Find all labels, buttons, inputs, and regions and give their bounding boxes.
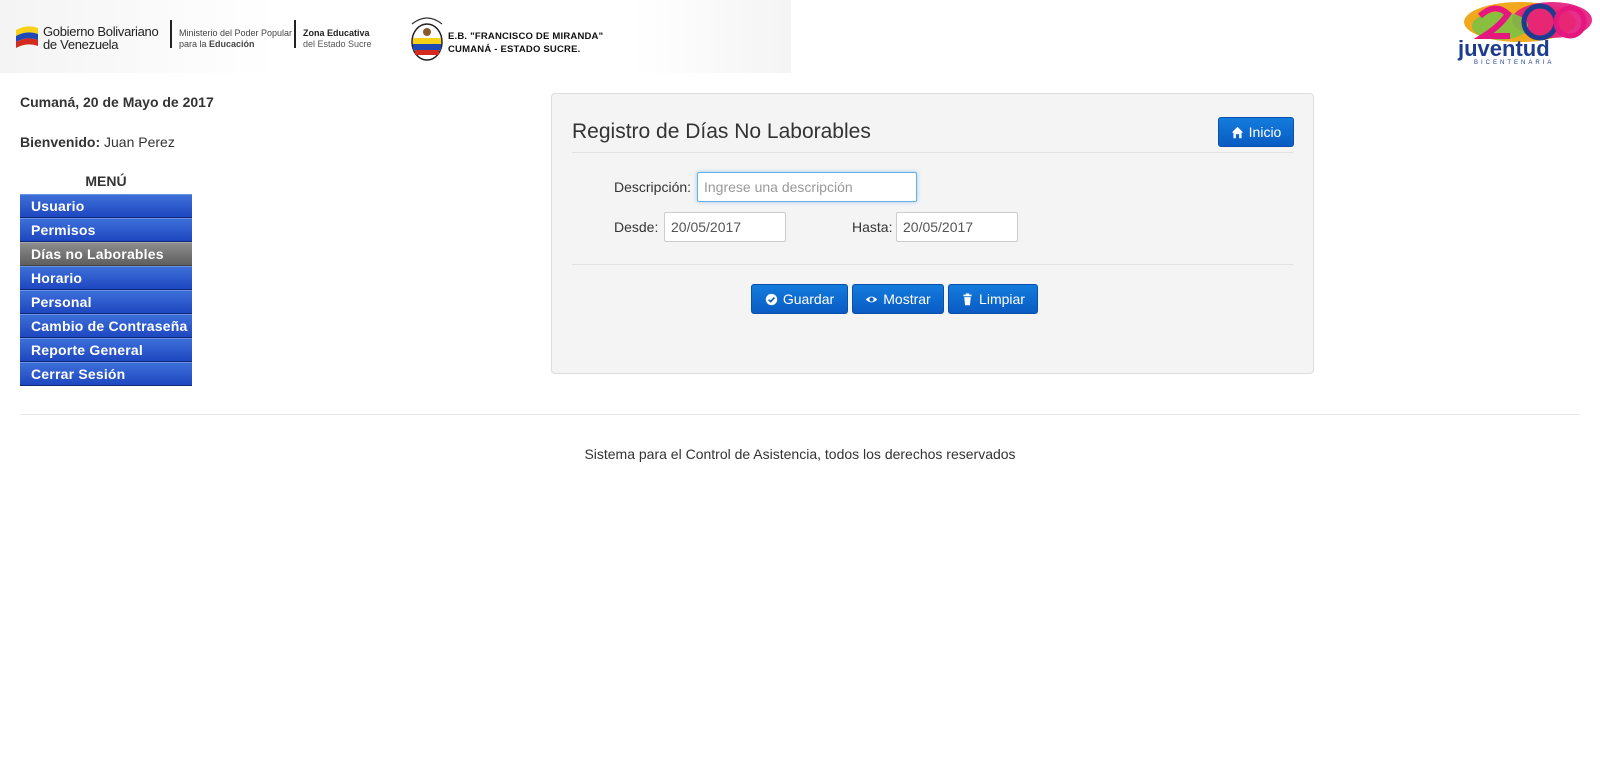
description-input[interactable] xyxy=(697,172,917,202)
user-name: Juan Perez xyxy=(100,134,175,150)
from-date-label: Desde: xyxy=(614,219,659,235)
save-button[interactable]: Guardar xyxy=(751,284,848,314)
divider xyxy=(572,152,1293,153)
menu-title: MENÚ xyxy=(85,173,127,189)
menu-item-usuario[interactable]: Usuario xyxy=(20,194,192,218)
svg-text:BICENTENARIA: BICENTENARIA xyxy=(1474,60,1554,66)
menu-item-personal[interactable]: Personal xyxy=(20,290,192,314)
menu-item-cambio-contrasena[interactable]: Cambio de Contraseña xyxy=(20,314,192,338)
divider xyxy=(572,264,1293,265)
page-title: Registro de Días No Laborables xyxy=(572,120,871,143)
footer-divider xyxy=(20,414,1580,415)
description-label: Descripción: xyxy=(614,179,692,195)
form-panel: Registro de Días No Laborables Inicio De… xyxy=(551,93,1314,374)
clear-button[interactable]: Limpiar xyxy=(948,284,1038,314)
menu-item-dias-no-laborables[interactable]: Días no Laborables xyxy=(20,242,192,266)
ministry-name: Ministerio del Poder Popular para la Edu… xyxy=(179,28,293,49)
education-zone: Zona Educativa del Estado Sucre xyxy=(303,28,372,49)
welcome-message: Bienvenido: Juan Perez xyxy=(20,134,175,150)
current-date: Cumaná, 20 de Mayo de 2017 xyxy=(20,94,214,110)
from-date-input[interactable] xyxy=(664,212,786,242)
menu-item-reporte-general[interactable]: Reporte General xyxy=(20,338,192,362)
save-button-label: Guardar xyxy=(782,291,835,307)
to-date-input[interactable] xyxy=(896,212,1018,242)
show-button-label: Mostrar xyxy=(883,291,931,307)
to-date-label: Hasta: xyxy=(852,219,893,235)
home-button-label: Inicio xyxy=(1248,124,1282,140)
clear-button-label: Limpiar xyxy=(979,291,1025,307)
home-button[interactable]: Inicio xyxy=(1218,117,1294,147)
school-name: E.B. "FRANCISCO DE MIRANDA" CUMANÁ - EST… xyxy=(448,31,604,55)
header-banner: Gobierno Bolivariano de Venezuela Minist… xyxy=(0,0,791,73)
show-button[interactable]: Mostrar xyxy=(852,284,944,314)
svg-text:juventud: juventud xyxy=(1457,36,1550,61)
menu-item-horario[interactable]: Horario xyxy=(20,266,192,290)
welcome-label: Bienvenido: xyxy=(20,134,101,150)
menu-item-permisos[interactable]: Permisos xyxy=(20,218,192,242)
divider xyxy=(294,20,296,48)
footer-text: Sistema para el Control de Asistencia, t… xyxy=(584,446,1016,462)
government-name: Gobierno Bolivariano de Venezuela xyxy=(43,24,159,52)
home-icon xyxy=(1231,126,1243,138)
divider xyxy=(170,20,172,48)
school-emblem-icon xyxy=(411,17,443,61)
check-circle-icon xyxy=(765,293,777,305)
venezuela-flag-icon xyxy=(16,26,38,48)
juventud-bicentenaria-logo: juventud BICENTENARIA xyxy=(1457,2,1592,66)
eye-icon xyxy=(866,296,878,302)
side-menu: MENÚ Usuario Permisos Días no Laborables… xyxy=(20,172,192,386)
trash-icon xyxy=(963,292,972,305)
menu-item-cerrar-sesion[interactable]: Cerrar Sesión xyxy=(20,362,192,386)
